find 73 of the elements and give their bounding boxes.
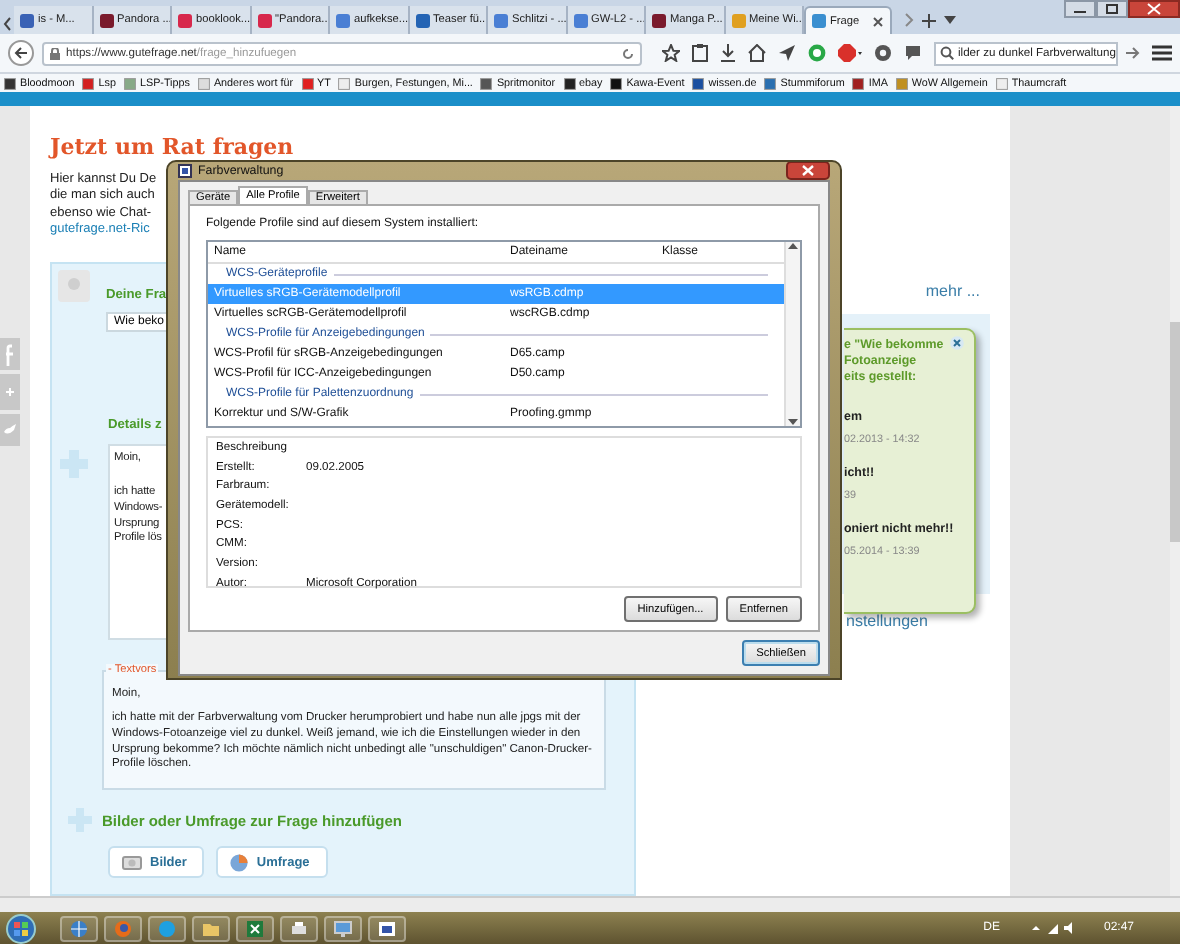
arrow-down-icon — [788, 418, 798, 426]
vertical-scrollbar[interactable] — [1170, 106, 1180, 896]
favicon-icon — [812, 14, 826, 28]
close-icon[interactable] — [950, 336, 964, 350]
favicon-icon — [895, 77, 908, 89]
close-icon[interactable] — [786, 162, 830, 180]
favicon-icon — [480, 77, 493, 89]
folder-icon — [202, 919, 220, 937]
back-icon[interactable] — [8, 40, 34, 66]
favicon-icon — [20, 13, 34, 27]
close-icon[interactable] — [872, 15, 884, 27]
taskbar-button[interactable] — [60, 915, 98, 941]
reload-icon[interactable] — [622, 47, 634, 59]
plus-icon — [58, 448, 90, 481]
start-orb-icon[interactable] — [6, 913, 36, 943]
taskbar-button[interactable] — [324, 915, 362, 941]
page-heading: Jetzt um Rat fragen — [50, 134, 296, 160]
window-icon — [378, 919, 396, 937]
arrow-right-icon[interactable] — [1126, 46, 1140, 60]
caret-down-icon[interactable] — [944, 16, 956, 24]
favicon-icon — [573, 13, 587, 27]
favicon-icon — [494, 13, 508, 27]
taskbar-button[interactable] — [192, 915, 230, 941]
settings-link[interactable]: nstellungen — [846, 612, 928, 630]
favicon-icon — [178, 13, 192, 27]
taskbar-button[interactable] — [236, 915, 274, 941]
taskbar-button[interactable] — [280, 915, 318, 941]
favicon-icon — [99, 13, 113, 27]
favicon-icon — [4, 77, 16, 89]
clipboard-icon[interactable] — [692, 44, 708, 62]
chevron-left-icon[interactable] — [2, 14, 14, 34]
circle-icon[interactable] — [808, 44, 826, 62]
download-icon[interactable] — [720, 44, 736, 62]
list-scrollbar[interactable] — [784, 242, 800, 426]
window-icon — [178, 164, 192, 178]
plus-icon[interactable] — [922, 13, 936, 27]
favicon-icon — [563, 77, 575, 89]
stop-sign-icon[interactable] — [838, 44, 862, 62]
camera-icon — [122, 854, 142, 871]
star-icon[interactable] — [662, 44, 680, 62]
restore-icon[interactable] — [1096, 0, 1128, 18]
home-icon[interactable] — [748, 44, 766, 62]
tray-icons[interactable] — [1029, 920, 1078, 936]
spreadsheet-icon — [246, 919, 264, 937]
printer-icon — [290, 919, 308, 937]
avatar-icon — [58, 270, 90, 303]
more-link[interactable]: mehr ... — [925, 282, 980, 300]
plus-icon — [66, 806, 94, 835]
favicon-icon — [197, 77, 210, 89]
lock-icon — [50, 47, 60, 59]
favicon-icon — [123, 77, 136, 89]
favicon-icon — [415, 13, 429, 27]
monitor-icon — [334, 919, 352, 937]
favicon-icon — [652, 13, 666, 27]
arrow-up-icon — [788, 242, 798, 250]
favicon-icon — [764, 77, 777, 89]
menu-icon[interactable] — [1152, 44, 1172, 62]
favicon-icon — [301, 77, 314, 89]
favicon-icon — [692, 77, 705, 89]
taskbar-button[interactable] — [104, 915, 142, 941]
favicon-icon — [852, 77, 865, 89]
favicon-icon — [257, 13, 271, 27]
taskbar-button[interactable] — [368, 915, 406, 941]
horizontal-scrollbar[interactable] — [0, 896, 1180, 912]
favicon-icon — [610, 77, 623, 89]
favicon-icon — [336, 13, 350, 27]
search-icon — [940, 46, 954, 60]
close-icon[interactable] — [1128, 0, 1180, 18]
pie-chart-icon — [230, 853, 249, 872]
minimize-icon[interactable] — [1064, 0, 1096, 18]
send-icon[interactable] — [778, 44, 796, 62]
favicon-icon — [82, 77, 95, 89]
favicon-icon — [731, 13, 745, 27]
